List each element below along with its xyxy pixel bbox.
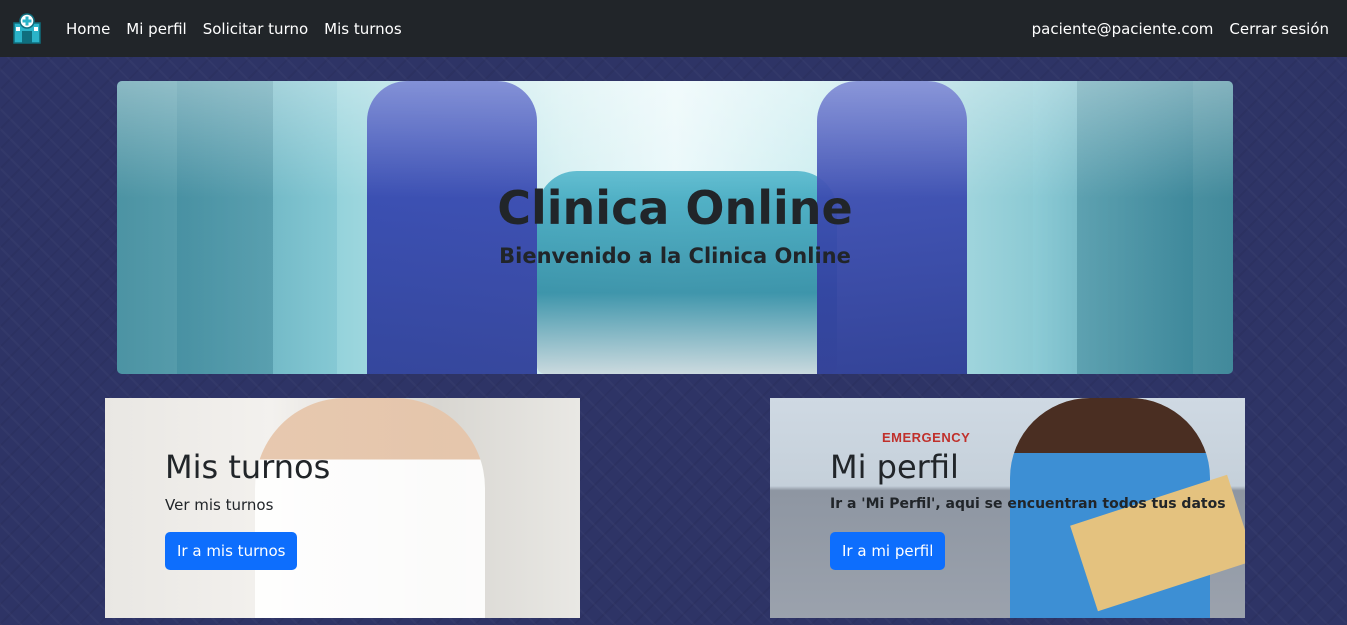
hero-subtitle: Bienvenido a la Clinica Online xyxy=(499,244,851,268)
card-text: Ir a 'Mi Perfil', aqui se encuentran tod… xyxy=(830,496,1226,512)
emergency-sign: EMERGENCY xyxy=(882,430,971,445)
go-to-perfil-button[interactable]: Ir a mi perfil xyxy=(830,532,946,570)
card-mis-turnos: Mis turnos Ver mis turnos Ir a mis turno… xyxy=(105,398,580,618)
user-email[interactable]: paciente@paciente.com xyxy=(1032,20,1214,38)
card-mi-perfil: EMERGENCY Mi perfil Ir a 'Mi Perfil', aq… xyxy=(770,398,1245,618)
hospital-icon[interactable] xyxy=(12,13,42,44)
nav-solicitar-turno[interactable]: Solicitar turno xyxy=(203,20,308,38)
card-image-doctor xyxy=(255,398,485,618)
go-to-turnos-button[interactable]: Ir a mis turnos xyxy=(165,532,298,570)
top-navbar: Home Mi perfil Solicitar turno Mis turno… xyxy=(0,0,1347,57)
hero-title: Clinica Online xyxy=(497,181,853,235)
card-title: Mi perfil xyxy=(830,448,959,486)
nav-mis-turnos[interactable]: Mis turnos xyxy=(324,20,401,38)
logout-link[interactable]: Cerrar sesión xyxy=(1229,20,1329,38)
nav-home[interactable]: Home xyxy=(66,20,110,38)
card-text: Ver mis turnos xyxy=(165,496,274,514)
card-title: Mis turnos xyxy=(165,448,331,486)
hero-banner: Clinica Online Bienvenido a la Clinica O… xyxy=(117,81,1233,374)
nav-mi-perfil[interactable]: Mi perfil xyxy=(126,20,186,38)
